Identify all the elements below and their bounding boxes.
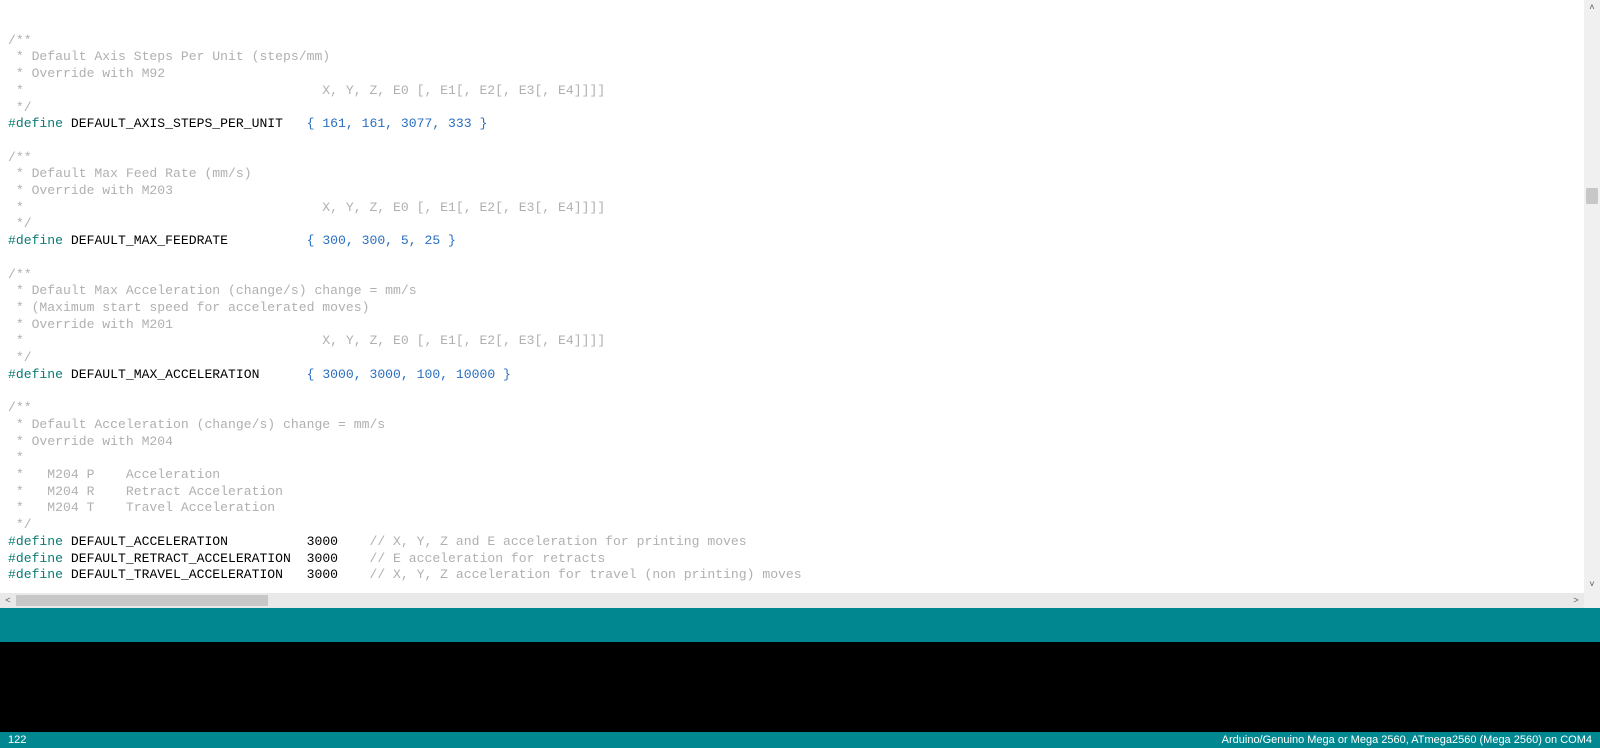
define-ident: DEFAULT_TRAVEL_ACCELERATION 3000 bbox=[63, 567, 369, 582]
comment-line: * Default Acceleration (change/s) change… bbox=[8, 417, 385, 432]
horizontal-scroll-thumb[interactable] bbox=[16, 595, 268, 606]
comment-line: * Default Axis Steps Per Unit (steps/mm) bbox=[8, 49, 330, 64]
comment-line: */ bbox=[8, 350, 32, 365]
code-content[interactable]: /** * Default Axis Steps Per Unit (steps… bbox=[0, 0, 1546, 593]
define-ident: DEFAULT_MAX_FEEDRATE bbox=[63, 233, 307, 248]
define-keyword: #define bbox=[8, 534, 63, 549]
comment-line: * (Maximum start speed for accelerated m… bbox=[8, 300, 369, 315]
comment-line: * Default Max Acceleration (change/s) ch… bbox=[8, 283, 417, 298]
define-ident: DEFAULT_RETRACT_ACCELERATION 3000 bbox=[63, 551, 369, 566]
comment-line: */ bbox=[8, 517, 32, 532]
define-ident: DEFAULT_MAX_ACCELERATION bbox=[63, 367, 307, 382]
comment-line: * M204 R Retract Acceleration bbox=[8, 484, 283, 499]
code-editor[interactable]: /** * Default Axis Steps Per Unit (steps… bbox=[0, 0, 1600, 593]
define-keyword: #define bbox=[8, 367, 63, 382]
comment-line: * Override with M204 bbox=[8, 434, 173, 449]
comment-line: * Default Max Feed Rate (mm/s) bbox=[8, 166, 252, 181]
scroll-up-icon[interactable]: ˄ bbox=[1584, 0, 1600, 16]
comment-line: /** bbox=[8, 150, 32, 165]
comment-line: */ bbox=[8, 216, 32, 231]
define-ident: DEFAULT_AXIS_STEPS_PER_UNIT bbox=[63, 116, 307, 131]
define-keyword: #define bbox=[8, 567, 63, 582]
scroll-corner bbox=[1584, 593, 1600, 608]
define-keyword: #define bbox=[8, 116, 63, 131]
comment-line: * X, Y, Z, E0 [, E1[, E2[, E3[, E4]]]] bbox=[8, 83, 605, 98]
comment-line: */ bbox=[8, 100, 32, 115]
define-keyword: #define bbox=[8, 233, 63, 248]
horizontal-scroll-track[interactable] bbox=[16, 593, 1568, 608]
inline-comment: // X, Y, Z acceleration for travel (non … bbox=[369, 567, 801, 582]
scroll-left-icon[interactable]: ˂ bbox=[0, 593, 16, 608]
comment-line: /** bbox=[8, 33, 32, 48]
inline-comment: // E acceleration for retracts bbox=[369, 551, 605, 566]
comment-line: /** bbox=[8, 267, 32, 282]
scroll-down-icon[interactable]: ˅ bbox=[1584, 577, 1600, 593]
status-bar: 122 Arduino/Genuino Mega or Mega 2560, A… bbox=[0, 732, 1600, 748]
cursor-line-number: 122 bbox=[8, 734, 26, 746]
define-value: { 3000, 3000, 100, 10000 } bbox=[307, 367, 511, 382]
comment-line: /** bbox=[8, 400, 32, 415]
comment-line: * X, Y, Z, E0 [, E1[, E2[, E3[, E4]]]] bbox=[8, 333, 605, 348]
define-value: { 300, 300, 5, 25 } bbox=[307, 233, 456, 248]
comment-line: * bbox=[8, 450, 24, 465]
comment-line: * M204 P Acceleration bbox=[8, 467, 220, 482]
vertical-scroll-thumb[interactable] bbox=[1586, 188, 1598, 204]
define-keyword: #define bbox=[8, 551, 63, 566]
comment-line: * Override with M203 bbox=[8, 183, 173, 198]
board-port-info: Arduino/Genuino Mega or Mega 2560, ATmeg… bbox=[1222, 734, 1592, 746]
vertical-scrollbar[interactable]: ˄ ˅ bbox=[1584, 0, 1600, 593]
scroll-right-icon[interactable]: ˃ bbox=[1568, 593, 1584, 608]
console-output[interactable] bbox=[0, 642, 1600, 732]
inline-comment: // X, Y, Z and E acceleration for printi… bbox=[369, 534, 746, 549]
comment-line: * Override with M92 bbox=[8, 66, 165, 81]
comment-line: * M204 T Travel Acceleration bbox=[8, 500, 275, 515]
comment-line: * X, Y, Z, E0 [, E1[, E2[, E3[, E4]]]] bbox=[8, 200, 605, 215]
comment-line: * Override with M201 bbox=[8, 317, 173, 332]
message-bar bbox=[0, 608, 1600, 642]
horizontal-scrollbar[interactable]: ˂ ˃ bbox=[0, 593, 1584, 608]
define-ident: DEFAULT_ACCELERATION 3000 bbox=[63, 534, 369, 549]
define-value: { 161, 161, 3077, 333 } bbox=[307, 116, 488, 131]
